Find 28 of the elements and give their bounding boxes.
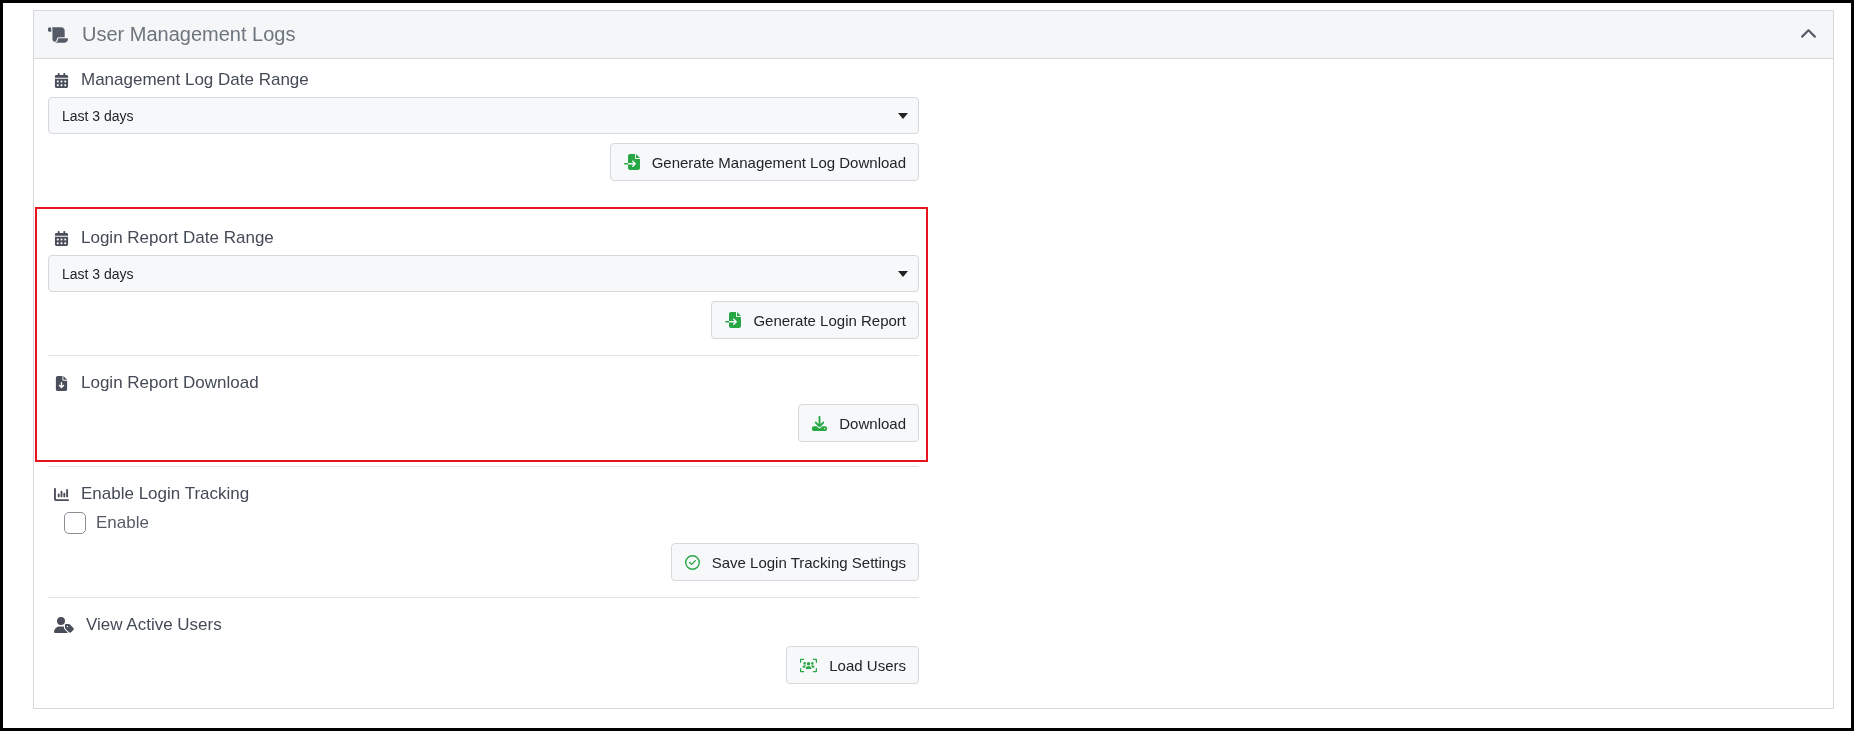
action-button[interactable]: Load Users [786,646,919,684]
section-title: Enable Login Tracking [81,484,250,504]
checkbox[interactable] [64,512,86,534]
section-title: Login Report Download [81,373,259,393]
calendar-icon [54,230,69,246]
section-title: Management Log Date Range [81,70,309,90]
panel-title: User Management Logs [82,23,297,46]
calendar-icon [54,72,69,88]
action-button[interactable]: Save Login Tracking Settings [670,543,919,581]
action-button[interactable]: Generate Login Report [711,301,919,339]
panel-header[interactable]: User Management Logs [34,11,1833,59]
date-range-select[interactable]: Last 3 days [48,97,919,134]
file-import-icon [623,154,640,170]
file-download-icon [54,375,69,391]
file-import-icon [725,312,742,328]
action-button[interactable]: Download [798,404,919,442]
user-tag-icon [54,615,74,635]
download-icon [812,415,828,431]
users-icon [800,656,818,674]
section-title: View Active Users [86,615,222,635]
caret-icon [898,270,908,277]
section-title: Login Report Date Range [81,228,274,248]
action-button[interactable]: Generate Management Log Download [609,143,919,181]
scroll-icon [48,24,68,45]
checkbox-label: Enable [96,513,149,533]
date-range-select[interactable]: Last 3 days [48,255,919,292]
bar-chart-icon [54,486,69,502]
caret-icon [898,112,908,119]
